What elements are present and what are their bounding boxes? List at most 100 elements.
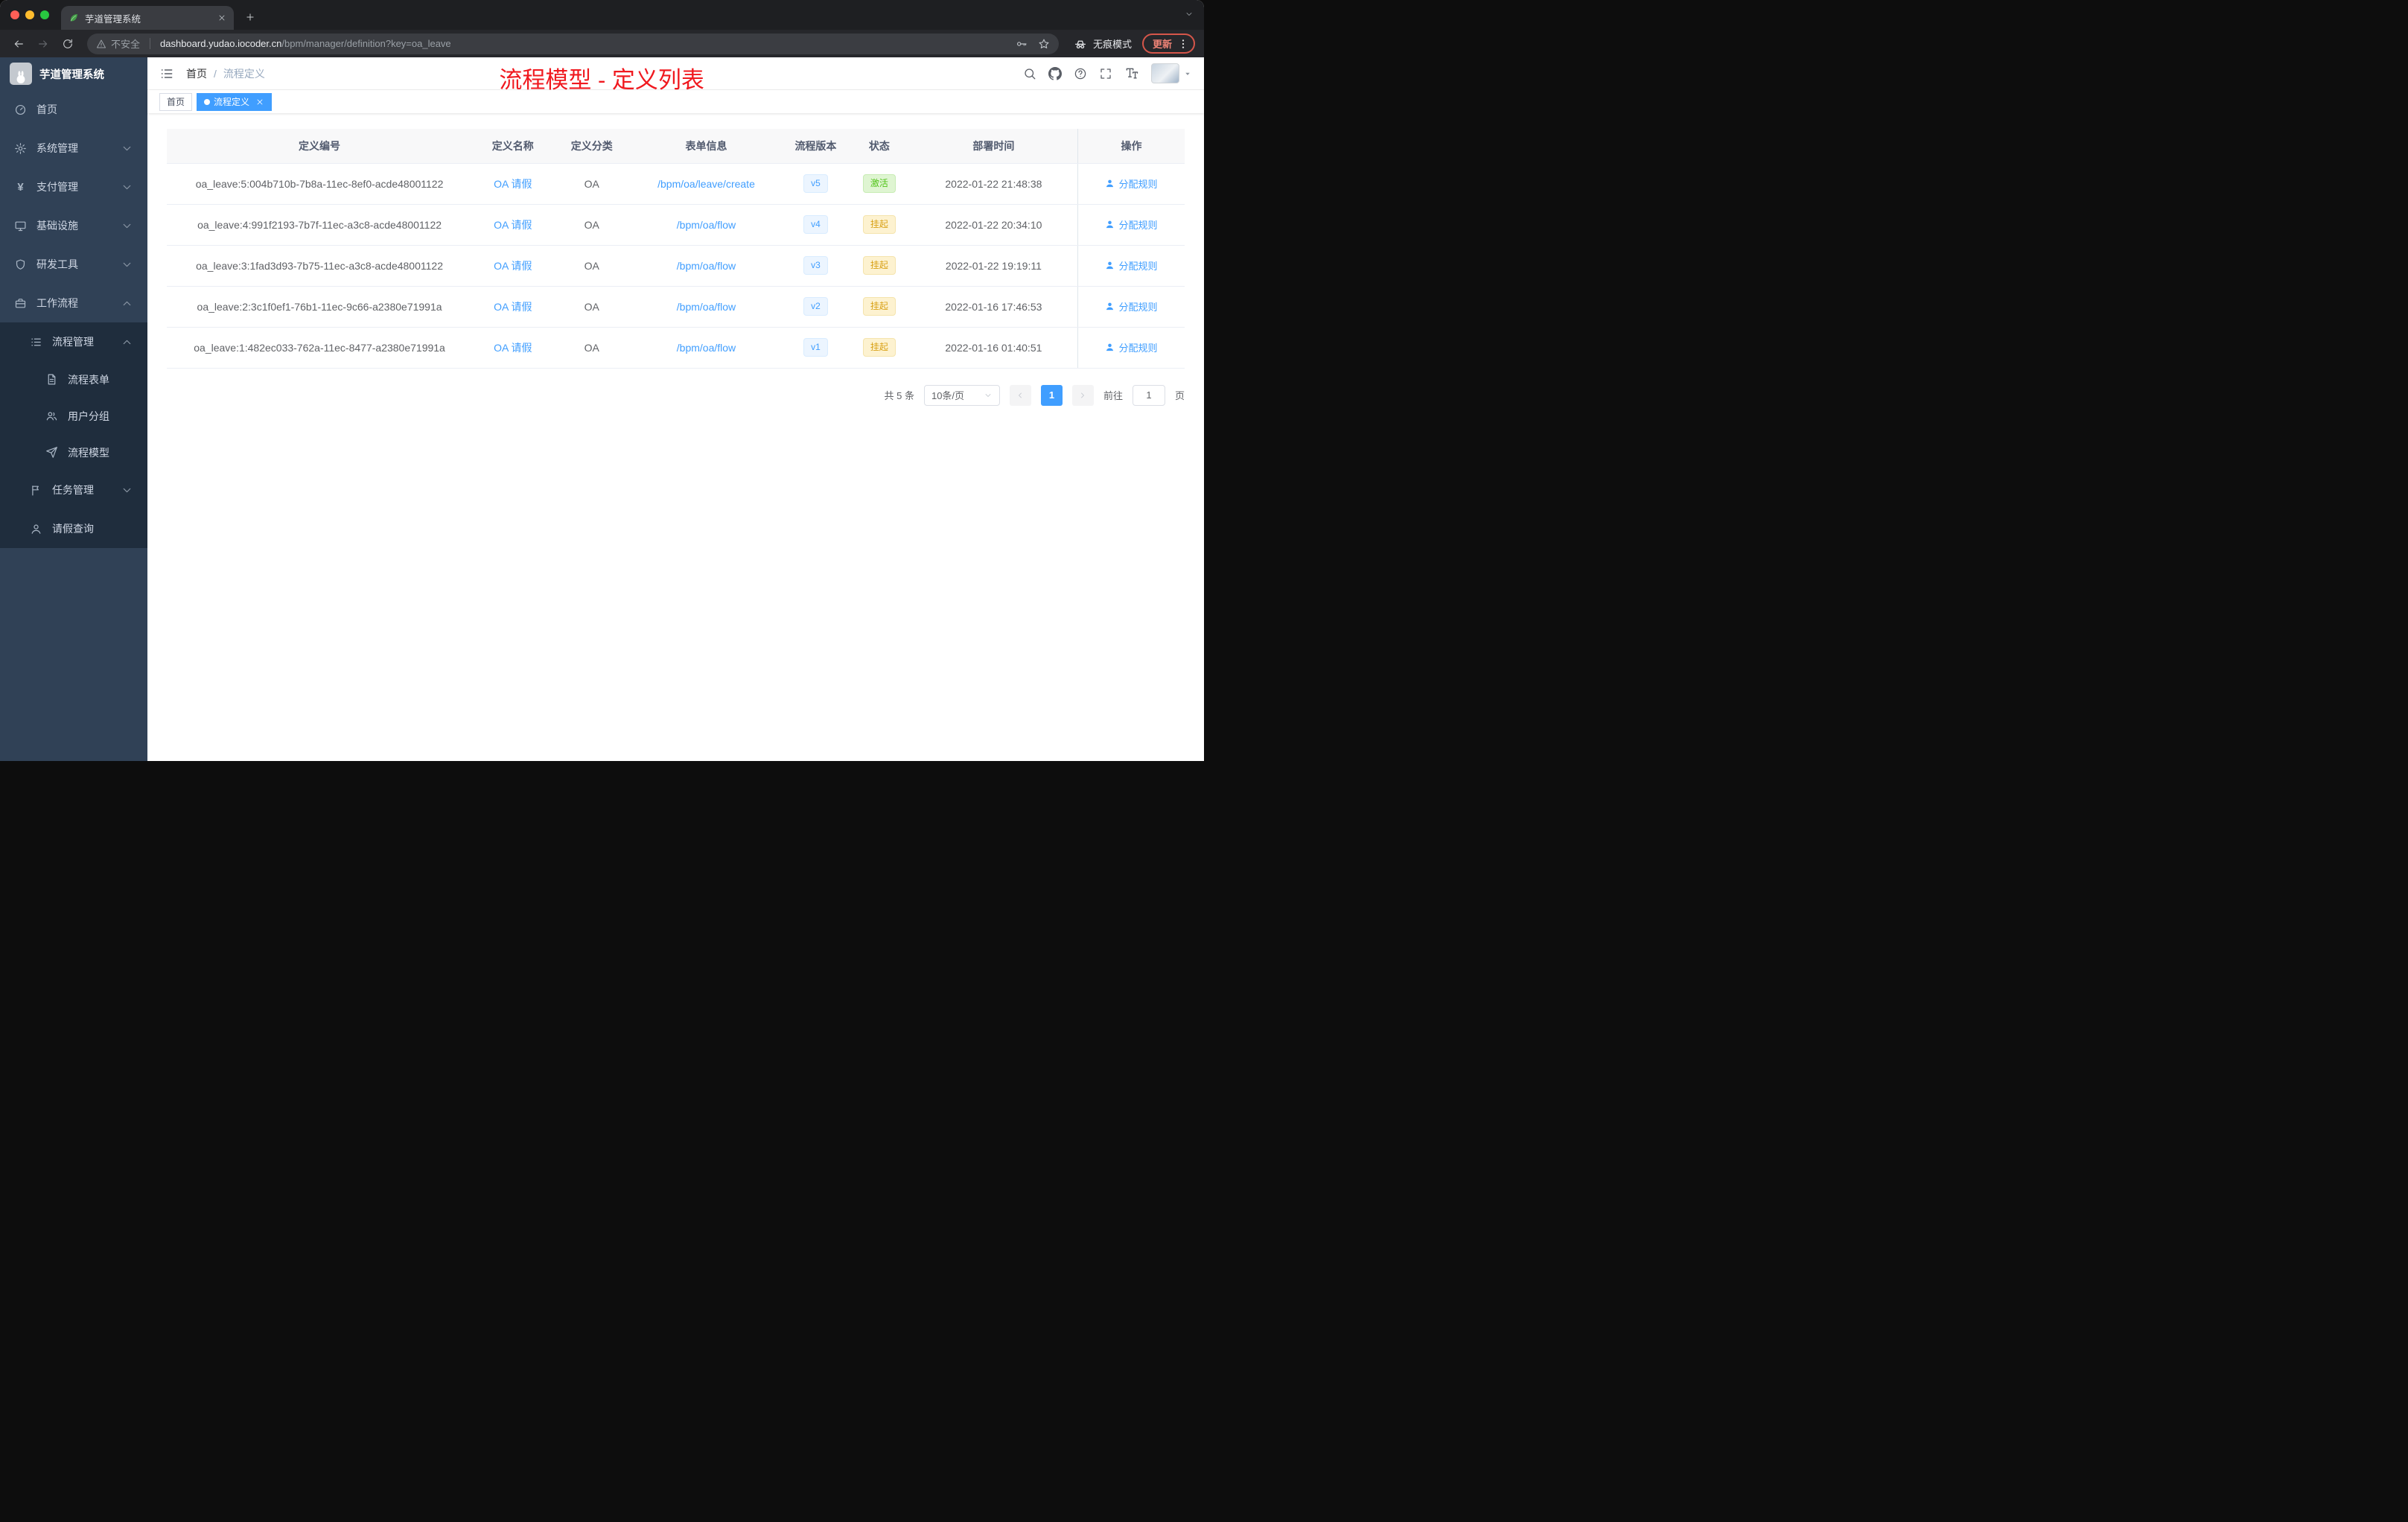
form-link[interactable]: /bpm/oa/flow xyxy=(677,301,736,313)
assign-rule-link[interactable]: 分配规则 xyxy=(1105,176,1157,191)
favicon-leaf-icon xyxy=(69,13,79,23)
back-button[interactable] xyxy=(6,33,31,55)
bookmark-star-icon[interactable] xyxy=(1038,38,1050,50)
page-content: 定义编号 定义名称 定义分类 表单信息 流程版本 状态 部署时间 操作 oa_l xyxy=(147,113,1204,761)
assign-rule-link[interactable]: 分配规则 xyxy=(1105,258,1157,273)
sidebar-item-payment-management[interactable]: ¥ 支付管理 xyxy=(0,168,147,206)
new-tab-button[interactable] xyxy=(240,7,261,28)
definition-name-link[interactable]: OA 请假 xyxy=(494,301,532,313)
goto-page-input[interactable] xyxy=(1132,384,1165,406)
cell-deployed-time: 2022-01-16 17:46:53 xyxy=(909,286,1078,328)
cell-deployed-time: 2022-01-22 20:34:10 xyxy=(909,204,1078,246)
total-count: 共 5 条 xyxy=(884,390,914,401)
browser-tabstrip: 芋道管理系统 xyxy=(0,0,1204,30)
docs-help-button[interactable] xyxy=(1074,67,1087,80)
chevron-down-icon xyxy=(1185,10,1194,19)
pagination: 共 5 条 10条/页 1 前往 页 xyxy=(167,384,1185,406)
sidebar-item-task-management[interactable]: 任务管理 xyxy=(0,471,147,509)
plus-icon xyxy=(245,12,255,22)
back-icon xyxy=(13,38,25,50)
prev-page-button[interactable] xyxy=(1009,384,1031,406)
minimize-window-button[interactable] xyxy=(25,10,34,19)
sidebar-item-system-management[interactable]: 系统管理 xyxy=(0,129,147,168)
update-label: 更新 xyxy=(1152,39,1172,50)
sidebar-item-leave-query[interactable]: 请假查询 xyxy=(0,509,147,548)
status-badge: 挂起 xyxy=(862,215,896,234)
chevron-up-icon xyxy=(121,297,133,310)
font-size-button[interactable] xyxy=(1124,66,1139,81)
search-button[interactable] xyxy=(1023,67,1036,80)
next-page-button[interactable] xyxy=(1071,384,1094,406)
kebab-menu-icon[interactable] xyxy=(1177,38,1189,50)
tab-title: 芋道管理系统 xyxy=(85,13,141,25)
sidebar-item-rd-tools[interactable]: 研发工具 xyxy=(0,245,147,284)
window-controls xyxy=(9,0,57,30)
sidebar-item-workflow[interactable]: 工作流程 xyxy=(0,284,147,322)
close-window-button[interactable] xyxy=(10,10,19,19)
status-badge: 挂起 xyxy=(862,256,896,275)
version-badge: v1 xyxy=(803,338,828,357)
browser-toolbar: 不安全 dashboard.yudao.iocoder.cn/bpm/manag… xyxy=(0,30,1204,57)
form-link[interactable]: /bpm/oa/flow xyxy=(677,260,736,272)
sidebar-item-process-forms[interactable]: 流程表单 xyxy=(0,361,147,398)
navbar-tools xyxy=(1023,63,1192,83)
github-icon xyxy=(1048,67,1062,80)
zoom-window-button[interactable] xyxy=(40,10,49,19)
page-size-select[interactable]: 10条/页 xyxy=(923,384,1000,406)
chevron-down-icon xyxy=(984,391,993,400)
tag-process-definition[interactable]: 流程定义 xyxy=(197,92,273,111)
definition-name-link[interactable]: OA 请假 xyxy=(494,342,532,354)
sidebar-toggle-button[interactable] xyxy=(159,66,174,81)
definition-name-link[interactable]: OA 请假 xyxy=(494,178,532,190)
cell-deployed-time: 2022-01-22 21:48:38 xyxy=(909,163,1078,205)
address-bar[interactable]: 不安全 dashboard.yudao.iocoder.cn/bpm/manag… xyxy=(87,33,1059,54)
definition-name-link[interactable]: OA 请假 xyxy=(494,260,532,272)
tab-close-icon[interactable] xyxy=(217,13,226,22)
col-deployed-time: 部署时间 xyxy=(909,129,1078,164)
form-link[interactable]: /bpm/oa/leave/create xyxy=(657,178,755,190)
incognito-icon xyxy=(1074,37,1087,51)
briefcase-icon xyxy=(14,297,27,310)
flag-icon xyxy=(30,484,42,497)
sidebar-item-process-management[interactable]: 流程管理 xyxy=(0,322,147,361)
form-link[interactable]: /bpm/oa/flow xyxy=(677,219,736,231)
breadcrumb-home[interactable]: 首页 xyxy=(186,66,207,81)
user-avatar-dropdown[interactable] xyxy=(1151,63,1192,83)
chevron-down-icon xyxy=(121,220,133,232)
browser-tab[interactable]: 芋道管理系统 xyxy=(61,6,234,30)
url-text[interactable]: dashboard.yudao.iocoder.cn/bpm/manager/d… xyxy=(160,38,1011,49)
incognito-badge: 无痕模式 xyxy=(1066,36,1139,51)
browser-update-button[interactable]: 更新 xyxy=(1141,34,1195,54)
form-link[interactable]: /bpm/oa/flow xyxy=(677,342,736,354)
password-key-icon[interactable] xyxy=(1016,38,1028,50)
version-badge: v3 xyxy=(803,256,828,275)
sidebar-item-home[interactable]: 首页 xyxy=(0,90,147,129)
assign-rule-link[interactable]: 分配规则 xyxy=(1105,340,1157,354)
tag-home[interactable]: 首页 xyxy=(159,92,193,111)
app-root: 芋道管理系统 首页 系统管理 ¥ 支付管理 基础设施 研发工具 工作流程 流程管… xyxy=(0,57,1204,761)
cell-deployed-time: 2022-01-22 19:19:11 xyxy=(909,245,1078,287)
reload-button[interactable] xyxy=(55,33,80,55)
question-circle-icon xyxy=(1074,67,1087,80)
github-link[interactable] xyxy=(1048,67,1062,80)
page-number-button[interactable]: 1 xyxy=(1040,384,1063,406)
close-icon xyxy=(255,98,264,106)
table-header-row: 定义编号 定义名称 定义分类 表单信息 流程版本 状态 部署时间 操作 xyxy=(167,129,1185,164)
assign-rule-link[interactable]: 分配规则 xyxy=(1105,299,1157,313)
sidebar-item-infrastructure[interactable]: 基础设施 xyxy=(0,206,147,245)
sidebar-item-user-groups[interactable]: 用户分组 xyxy=(0,398,147,434)
security-label[interactable]: 不安全 xyxy=(111,36,140,51)
sidebar-item-process-models[interactable]: 流程模型 xyxy=(0,434,147,471)
chevron-up-icon xyxy=(121,336,133,348)
definition-name-link[interactable]: OA 请假 xyxy=(494,219,532,231)
col-definition-name: 定义名称 xyxy=(472,129,554,164)
logo-avatar xyxy=(10,63,32,85)
assign-rule-link[interactable]: 分配规则 xyxy=(1105,217,1157,232)
forward-button[interactable] xyxy=(31,33,55,55)
tab-search-button[interactable] xyxy=(1185,9,1194,21)
fullscreen-button[interactable] xyxy=(1099,67,1112,80)
tag-close-button[interactable] xyxy=(255,98,264,106)
col-status: 状态 xyxy=(848,129,910,164)
version-badge: v2 xyxy=(803,297,828,316)
person-icon xyxy=(30,523,42,535)
